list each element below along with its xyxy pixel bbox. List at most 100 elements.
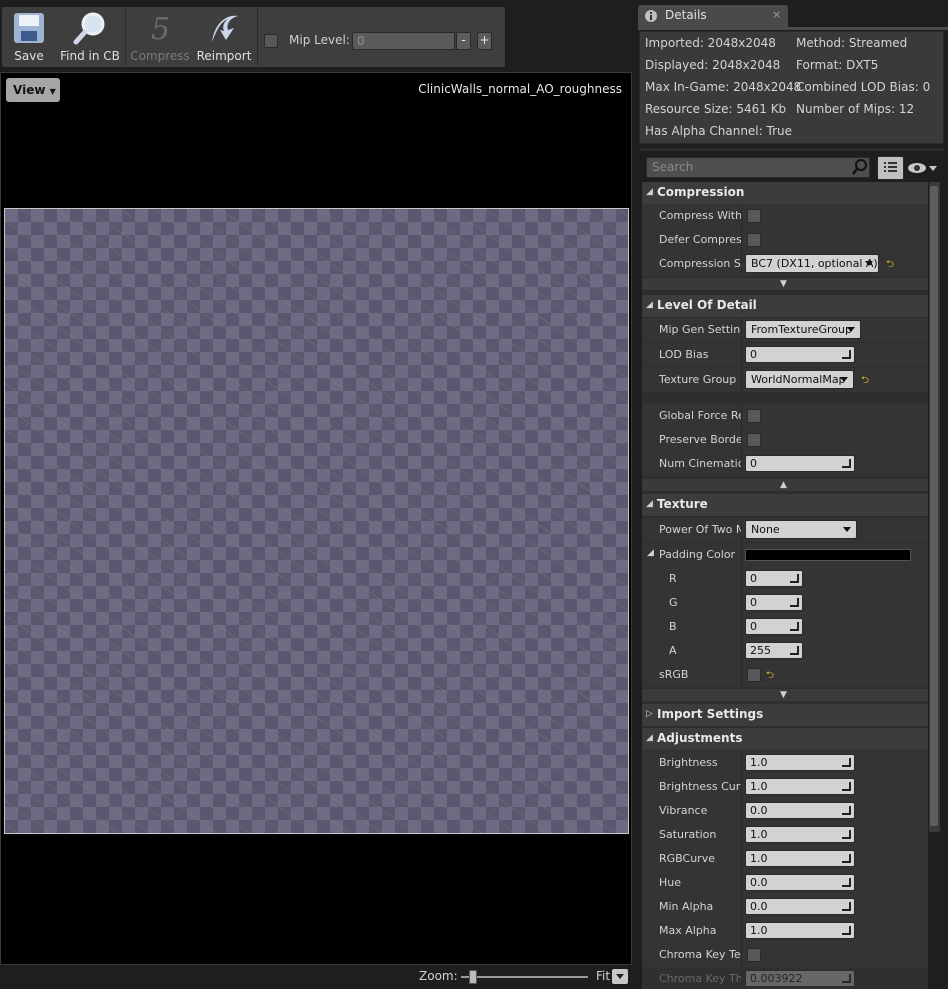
mip-level-input[interactable]: 0 [352,32,455,50]
prop-label: Min Alpha [659,900,714,913]
compression-settings-dropdown[interactable]: BC7 (DX11, optional A) [745,254,879,273]
expanded-arrow-icon: ◢ [646,499,653,509]
compress-without-alpha-checkbox[interactable] [747,209,761,223]
category-adjustments[interactable]: ◢ Adjustments [642,728,928,750]
power-of-two-dropdown[interactable]: None [745,520,857,539]
input-value: 0 [750,620,757,633]
expanded-arrow-icon[interactable]: ◢ [647,548,654,558]
prop-r: R0 [642,567,928,591]
reset-to-default-icon[interactable]: ⮌ [886,257,894,274]
r-input[interactable]: 0 [745,570,803,587]
reset-to-default-icon[interactable]: ⮌ [861,373,869,390]
mip-level-checkbox[interactable] [264,34,278,48]
chevron-up-icon: ▲ [780,480,787,490]
details-scrollbar-thumb[interactable] [930,186,938,826]
global-force-resident-checkbox[interactable] [747,409,761,423]
resize-grip-icon [842,459,851,468]
info-method: Method: Streamed [796,36,908,50]
tab-close-button[interactable]: × [772,8,781,21]
zoom-slider[interactable] [461,976,588,978]
chroma-key-threshold-input[interactable]: 0.003922 [745,970,855,987]
input-value: 1.0 [750,852,768,865]
padding-color-swatch[interactable] [745,549,911,561]
prop-label: LOD Bias [659,348,709,361]
chevron-down-icon: ▼ [780,690,787,700]
g-input[interactable]: 0 [745,594,803,611]
input-value: 0 [750,572,757,585]
prop-label: RGBCurve [659,852,715,865]
panel-divider [639,148,944,151]
zoom-fit-dropdown[interactable] [612,969,628,984]
prop-label: Num Cinematic Mip Levels [659,457,741,470]
srgb-checkbox[interactable] [747,668,761,682]
info-format: Format: DXT5 [796,58,879,72]
defer-compression-checkbox[interactable] [747,233,761,247]
input-value: 1.0 [750,924,768,937]
max-alpha-input[interactable]: 1.0 [745,922,855,939]
input-value: 255 [750,644,771,657]
expanded-arrow-icon: ◢ [646,300,653,310]
b-input[interactable]: 0 [745,618,803,635]
brightness-input[interactable]: 1.0 [745,754,855,771]
vibrance-input[interactable]: 0.0 [745,802,855,819]
prop-label: Hue [659,876,682,889]
mip-gen-settings-dropdown[interactable]: FromTextureGroup [745,320,861,339]
property-matrix-button[interactable] [877,156,904,180]
mip-minus-button[interactable]: - [456,32,471,50]
resize-grip-icon [842,854,851,863]
category-import-label: Import Settings [657,707,764,721]
chevron-down-icon [840,377,848,382]
prop-label: Mip Gen Settings [659,323,741,336]
lod-bias-input[interactable]: 0 [745,346,855,363]
view-menu-button[interactable]: View ▼ [6,78,60,102]
resize-grip-icon [790,598,799,607]
category-texture[interactable]: ◢ Texture [642,494,928,516]
compress-button[interactable]: 5 Compress [130,7,190,67]
prop-label: Global Force Resident Mip Levels [659,409,741,422]
advanced-expander[interactable]: ▼ [642,278,928,290]
category-import-settings[interactable]: ▷ Import Settings [642,704,928,726]
texture-name: ClinicWalls_normal_AO_roughness [418,82,622,96]
advanced-collapser[interactable]: ▲ [642,479,928,491]
chevron-down-icon [847,327,855,332]
num-cinematic-input[interactable]: 0 [745,455,855,472]
zoom-slider-handle[interactable] [469,970,477,984]
category-lod-label: Level Of Detail [657,298,757,312]
details-search-input[interactable]: Search [646,157,870,178]
rgb-curve-input[interactable]: 1.0 [745,850,855,867]
input-value: 0 [750,596,757,609]
prop-saturation: Saturation 1.0 [642,823,928,847]
mip-plus-button[interactable]: + [477,32,492,50]
min-alpha-input[interactable]: 0.0 [745,898,855,915]
saturation-input[interactable]: 1.0 [745,826,855,843]
prop-label: Power Of Two Mode [659,523,741,536]
reset-to-default-icon[interactable]: ⮌ [766,668,774,685]
category-level-of-detail[interactable]: ◢ Level Of Detail [642,295,928,317]
hue-input[interactable]: 0.0 [745,874,855,891]
search-icon[interactable] [851,158,869,176]
find-in-cb-button[interactable]: Find in CB [58,7,122,67]
reimport-button[interactable]: Reimport [196,7,252,67]
save-button[interactable]: Save [6,7,52,67]
texture-group-dropdown[interactable]: WorldNormalMap [745,370,854,389]
eye-icon[interactable] [907,160,939,176]
texture-viewport[interactable]: View ▼ ClinicWalls_normal_AO_roughness [0,72,632,965]
input-value: 1.0 [750,828,768,841]
resize-grip-icon [842,758,851,767]
chroma-key-texture-checkbox[interactable] [747,948,761,962]
prop-lod-bias: LOD Bias 0 [642,343,928,367]
prop-label: Chroma Key Threshold [659,972,741,985]
prop-label: Max Alpha [659,924,717,937]
brightness-curve-input[interactable]: 1.0 [745,778,855,795]
category-compression[interactable]: ◢ Compression [642,182,928,204]
advanced-expander[interactable]: ▼ [642,689,928,701]
resize-grip-icon [790,646,799,655]
a-input[interactable]: 255 [745,642,803,659]
resize-grip-icon [842,974,851,983]
prop-label: R [669,572,677,585]
tab-details[interactable]: Details [638,5,788,27]
dropdown-value: WorldNormalMap [751,373,846,386]
resize-grip-icon [842,902,851,911]
toolbar-separator [125,9,126,65]
preserve-border-checkbox[interactable] [747,433,761,447]
